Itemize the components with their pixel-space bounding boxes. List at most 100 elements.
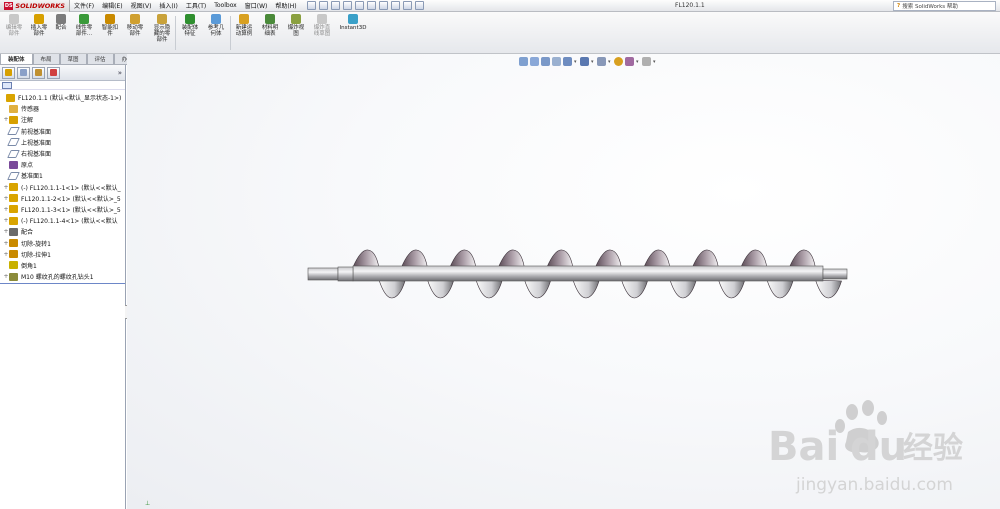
tree-item-label: 倒角1 [21,262,37,270]
instant3d-button[interactable]: Instant3D [338,14,368,31]
tree-item[interactable]: + (-) FL120.1.1-4<1> (默认<<默认 [0,215,125,226]
tree-item[interactable]: + FL120.1.1-3<1> (默认<<默认>_5 [0,204,125,215]
chevron-down-icon[interactable]: ▾ [608,57,612,66]
previous-view-icon[interactable] [541,57,550,66]
undo-icon[interactable] [366,1,376,10]
tree-item[interactable]: 基准面1 [0,170,125,181]
configuration-icon [35,69,42,76]
feature-manager-tab[interactable] [2,66,15,79]
menu-toolbox[interactable]: Toolbox [210,2,241,9]
tree-item[interactable]: + 切除-拉伸1 [0,249,125,260]
display-style-icon[interactable] [580,57,589,66]
chevron-right-icon[interactable]: » [118,69,122,77]
feature-tree-icon [5,69,12,76]
tree-item[interactable]: 原点 [0,159,125,170]
tab-evaluate[interactable]: 评估 [86,54,114,65]
edit-component-button[interactable]: 编辑零 部件 [3,14,25,37]
tree-item[interactable]: 上视基准面 [0,137,125,148]
view-settings-icon[interactable] [642,57,651,66]
chevron-down-icon[interactable]: ▾ [574,57,578,66]
logo-text: SOLIDWORKS [15,1,65,10]
open-icon[interactable] [330,1,340,10]
show-hidden-components-button[interactable]: 显示隐 藏的零 部件 [151,14,173,43]
view-orientation-icon[interactable] [563,57,572,66]
menu-edit[interactable]: 编辑(E) [98,1,126,10]
auger-flight-bottom [718,279,745,299]
menu-insert[interactable]: 插入(I) [155,1,181,10]
chevron-down-icon[interactable]: ▾ [636,57,640,66]
hide-show-items-icon[interactable] [597,57,606,66]
watermark-brand2: du [850,424,907,470]
tree-item[interactable]: 倒角1 [0,260,125,271]
tree-item[interactable]: + 配合 [0,226,125,237]
options-icon[interactable] [414,1,424,10]
tree-item[interactable]: + (-) FL120.1.1-1<1> (默认<<默认_ [0,182,125,193]
help-search-placeholder: 搜索 SolidWorks 帮助 [902,4,958,10]
display-manager-tab[interactable] [47,66,60,79]
file-properties-icon[interactable] [402,1,412,10]
menu-tools[interactable]: 工具(T) [182,1,210,10]
watermark-url: jingyan.baidu.com [795,475,953,495]
plane-icon [7,171,20,180]
pin-icon[interactable] [306,1,316,10]
print-icon[interactable] [354,1,364,10]
property-manager-tab[interactable] [17,66,30,79]
bill-of-materials-button[interactable]: 材料明 细表 [259,14,281,37]
zoom-to-area-icon[interactable] [530,57,539,66]
apply-scene-icon[interactable] [625,57,634,66]
exploded-view-button[interactable]: 爆炸视 图 [285,14,307,37]
tree-item[interactable]: + 注解 [0,114,125,125]
auger-flight-top [546,249,574,269]
smart-fasteners-icon [105,14,115,24]
save-icon[interactable] [342,1,352,10]
tree-item-label: 传感器 [21,106,40,114]
auger-flight-bottom [621,279,648,299]
new-document-icon[interactable] [318,1,328,10]
explode-line-sketch-button[interactable]: 爆炸直 线草图 [310,14,334,37]
help-search-input[interactable]: ? 搜索 SolidWorks 帮助 [893,1,996,11]
rollback-bar[interactable] [0,283,125,284]
tree-item[interactable]: + M10 螺纹孔的螺纹孔钻头1 [0,271,125,282]
configuration-manager-tab[interactable] [32,66,45,79]
mate-button[interactable]: 配合 [53,14,69,31]
rebuild-icon[interactable] [390,1,400,10]
section-view-icon[interactable] [552,57,561,66]
tab-sketch[interactable]: 草图 [59,54,87,65]
menu-help[interactable]: 帮助(H) [271,1,300,10]
chevron-down-icon[interactable]: ▾ [653,57,657,66]
linear-pattern-button[interactable]: 线性零 部件... [72,14,96,37]
auger-flight-bottom [669,279,697,299]
tree-item[interactable]: + 切除-旋转1 [0,237,125,248]
tree-item[interactable]: 前视基准面 [0,126,125,137]
tree-item[interactable]: FL120.1.1 (默认<默认_显示状态-1>) [0,92,125,103]
select-icon[interactable] [378,1,388,10]
auger-flight-top [740,249,768,269]
new-motion-study-button[interactable]: 新建运 动算例 [232,14,256,37]
tab-layout[interactable]: 布局 [32,54,60,65]
reference-geometry-icon [211,14,221,24]
assembly-features-button[interactable]: 装配体 特征 [178,14,202,37]
move-component-button[interactable]: 移动零 部件 [124,14,146,37]
tree-item[interactable]: + FL120.1.1-2<1> (默认<<默认>_5 [0,193,125,204]
zoom-to-fit-icon[interactable] [519,57,528,66]
menu-window[interactable]: 窗口(W) [241,1,272,10]
chevron-down-icon[interactable]: ▾ [591,57,595,66]
edit-component-icon [9,14,19,24]
tree-item[interactable]: 右视基准面 [0,148,125,159]
edit-appearance-icon[interactable] [614,57,623,66]
tree-item-label: (-) FL120.1.1-1<1> (默认<<默认_ [21,184,121,192]
filter-icon[interactable] [2,81,12,89]
menu-view[interactable]: 视图(V) [127,1,156,10]
hole-icon [9,272,18,281]
smart-fasteners-button[interactable]: 智能扣 件 [99,14,121,37]
auger-shaft [352,265,824,282]
insert-component-button[interactable]: 插入零 部件 [28,14,50,37]
menu-file[interactable]: 文件(F) [70,1,98,10]
auger-flight-top [643,249,671,269]
plane-icon [7,127,20,136]
tree-item[interactable]: 传感器 [0,103,125,114]
reference-geometry-button[interactable]: 参考几 何体 [204,14,228,37]
shaft-end-right [822,268,848,280]
solidworks-logo[interactable]: DS SOLIDWORKS [0,0,70,12]
tab-assembly[interactable]: 装配体 [0,54,33,65]
